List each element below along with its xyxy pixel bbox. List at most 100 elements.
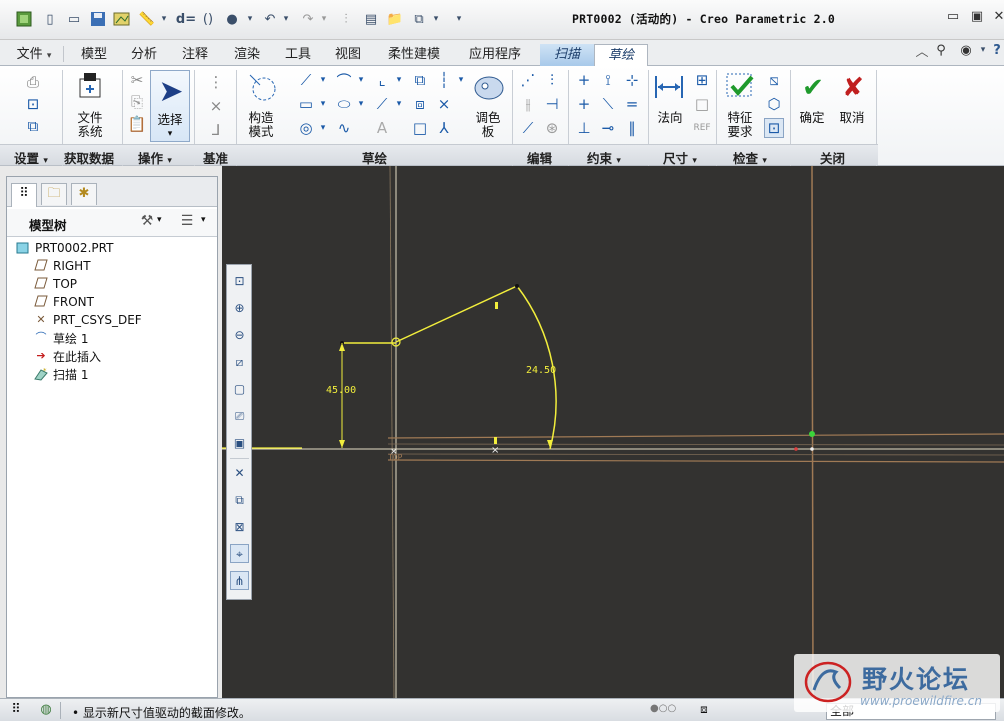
tangent-icon[interactable]: ⟟ [598, 70, 618, 90]
perpendicular-icon[interactable]: ⊥ [574, 118, 594, 138]
overlapping-geometry-icon[interactable]: ⧅ [764, 70, 784, 90]
chevron-down-icon[interactable]: ▾ [318, 94, 328, 114]
open-folder-icon[interactable]: ▭ [64, 9, 84, 29]
tab-model[interactable]: 模型 [68, 44, 120, 66]
sphere-icon[interactable]: ● [222, 9, 242, 29]
tree-item-front[interactable]: FRONT [33, 293, 94, 311]
measure-icon[interactable]: 📏 [136, 9, 158, 29]
chevron-down-icon[interactable]: ▾ [978, 40, 988, 60]
minimize-icon[interactable]: ▭ [942, 8, 964, 26]
vertical-constraint-icon[interactable]: + [574, 70, 594, 90]
ok-checkmark-icon[interactable]: ✔ [798, 72, 828, 104]
favorites-tab-icon[interactable]: ✱ [71, 183, 97, 205]
chevron-down-icon[interactable]: ▾ [456, 70, 466, 90]
redo-icon[interactable]: ↷ [298, 9, 318, 29]
refit-icon[interactable]: ⊡ [230, 271, 249, 290]
spline-icon[interactable]: ∿ [334, 118, 354, 138]
regen-status-icon[interactable]: ⧈ [694, 702, 714, 719]
perimeter-icon[interactable]: ⊞ [692, 70, 712, 90]
point-icon[interactable]: × [206, 96, 226, 116]
dimension-icon[interactable]: d= [174, 9, 198, 29]
repaint-icon[interactable]: ⧄ [230, 352, 249, 371]
chevron-down-icon[interactable]: ▾ [318, 9, 330, 29]
file-system-icon[interactable] [76, 70, 104, 102]
datum-display-icon[interactable]: ✕ [230, 463, 249, 482]
corner-icon[interactable]: ⟋ [518, 118, 538, 138]
normal-dimension-icon[interactable] [652, 70, 686, 104]
vertex-display-icon[interactable]: ⋔ [230, 571, 249, 590]
construction-mode-icon[interactable] [246, 70, 276, 106]
tree-item-insert-here[interactable]: ➔ 在此插入 [33, 347, 101, 365]
tree-item-csys[interactable]: ✕ PRT_CSYS_DEF [33, 311, 141, 329]
search-icon[interactable]: ⚲ [932, 40, 950, 60]
tree-item-sweep[interactable]: * 扫描 1 [33, 365, 88, 383]
palette-button[interactable]: 调色 板 [468, 111, 508, 139]
annotation-display-icon[interactable]: ⧉ [230, 490, 249, 509]
tab-tools[interactable]: 工具 [274, 44, 322, 66]
group-operations[interactable]: 操作 ▾ [138, 148, 172, 167]
copy-icon[interactable]: ⎘ [126, 92, 148, 112]
spin-center-icon[interactable]: ⊠ [230, 517, 249, 536]
saved-orientations-icon[interactable]: ⎚ [230, 406, 249, 425]
navigator-toggle-icon[interactable]: ⠿ [6, 702, 26, 719]
model-tree-tab-icon[interactable]: ⠿ [11, 183, 37, 207]
chamfer-icon[interactable]: ⟋ [372, 94, 392, 114]
chevron-down-icon[interactable]: ▾ [394, 70, 404, 90]
sketch-csys-icon[interactable]: ⅄ [434, 118, 454, 138]
customize-qat-icon[interactable]: ▾ [452, 9, 466, 29]
chevron-down-icon[interactable]: ▾ [157, 215, 162, 225]
thicken-icon[interactable]: ⧈ [410, 94, 430, 114]
rotate-resize-icon[interactable]: ⊛ [542, 118, 562, 138]
display-style-icon[interactable]: ▢ [230, 379, 249, 398]
tab-view[interactable]: 视图 [324, 44, 372, 66]
ok-button[interactable]: 确定 [794, 111, 830, 125]
save-icon[interactable] [88, 9, 108, 29]
collapse-ribbon-icon[interactable]: ︿ [914, 40, 930, 60]
group-inspect[interactable]: 检查 ▾ [733, 148, 767, 167]
chevron-down-icon[interactable]: ▾ [356, 94, 366, 114]
tab-applications[interactable]: 应用程序 [456, 44, 534, 66]
fillet-icon[interactable]: ⌞ [372, 70, 392, 90]
sketch-view-icon[interactable]: ⧉ [22, 116, 44, 136]
equal-icon[interactable]: = [622, 94, 642, 114]
group-constrain[interactable]: 约束 ▾ [587, 148, 621, 167]
chevron-down-icon[interactable]: ▾ [318, 70, 328, 90]
tab-render[interactable]: 渲染 [222, 44, 272, 66]
circle-icon[interactable]: ◎ [296, 118, 316, 138]
sketch-canvas[interactable]: 45.00 24.50 × × TOP [222, 166, 1004, 698]
rectangle-icon[interactable]: ▭ [296, 94, 316, 114]
tree-filter-icon[interactable]: ⫶ [336, 9, 356, 29]
line-icon[interactable]: ⟋ [296, 70, 316, 90]
view-manager-icon[interactable]: ▣ [230, 433, 249, 452]
chevron-down-icon[interactable]: ▾ [356, 70, 366, 90]
project-icon[interactable]: □ [410, 118, 430, 138]
zoom-out-icon[interactable]: ⊖ [230, 325, 249, 344]
divide-icon[interactable]: ⫲ [518, 94, 538, 114]
regenerate-icon[interactable] [112, 9, 132, 29]
references-icon[interactable]: ⊡ [22, 94, 44, 114]
tree-item-part[interactable]: PRT0002.PRT [15, 239, 113, 257]
cut-icon[interactable]: ✂ [126, 70, 148, 90]
restore-icon[interactable]: ▣ [966, 8, 988, 26]
cancel-button[interactable]: 取消 [834, 111, 870, 125]
undo-icon[interactable]: ↶ [260, 9, 280, 29]
tab-flexible-modeling[interactable]: 柔性建模 [374, 44, 454, 66]
reference-dim-icon[interactable]: REF [692, 118, 712, 138]
tab-sketch[interactable]: 草绘 [594, 44, 648, 66]
tab-file[interactable]: 文件 ▾ [8, 44, 60, 66]
sketch-point-icon[interactable]: × [434, 94, 454, 114]
feature-requirements-icon[interactable] [724, 70, 758, 104]
chevron-down-icon[interactable]: ▾ [394, 94, 404, 114]
centerline-sketch-icon[interactable]: ┆ [436, 70, 452, 90]
paste-icon[interactable]: 📋 [126, 114, 148, 134]
group-dimension[interactable]: 尺寸 ▾ [663, 148, 697, 167]
new-file-icon[interactable]: ▯ [40, 9, 60, 29]
shade-closed-loops-icon[interactable]: ⊡ [764, 118, 784, 138]
tab-analysis[interactable]: 分析 [120, 44, 168, 66]
bracket-icon[interactable]: () [200, 9, 216, 29]
chevron-down-icon[interactable]: ▾ [430, 9, 442, 29]
tree-settings-icon[interactable]: ⚒ [137, 213, 157, 233]
mirror-icon[interactable]: ⫶ [542, 70, 562, 90]
ellipse-icon[interactable]: ⬭ [334, 94, 354, 114]
chevron-down-icon[interactable]: ▾ [244, 9, 256, 29]
